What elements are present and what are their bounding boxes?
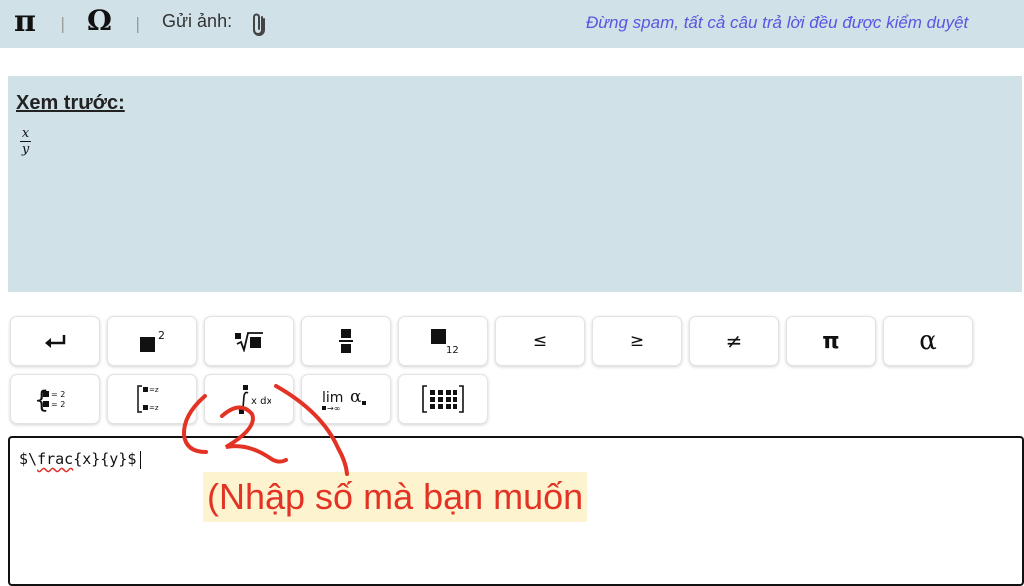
fraction-button[interactable] [301, 316, 391, 366]
superscript-button[interactable]: 2 [107, 316, 197, 366]
matrix-button[interactable] [398, 374, 488, 424]
subscript-button[interactable]: 12 [398, 316, 488, 366]
paperclip-icon[interactable] [250, 11, 268, 41]
preview-label: Xem trước: [16, 92, 125, 114]
separator: | [60, 14, 66, 33]
latex-prefix: $\ [19, 450, 38, 468]
fraction-denominator: y [21, 142, 30, 157]
root-icon [235, 332, 263, 352]
editor-topbar: π | Ω | Gửi ảnh: Đừng spam, tất cả câu t… [0, 0, 1024, 48]
system-of-equations-button[interactable]: { = 2 = 2 [10, 374, 100, 424]
neq-symbol: ≠ [725, 329, 743, 353]
svg-text:x dx: x dx [251, 396, 271, 407]
latex-suffix: {x}{y}$ [73, 450, 137, 468]
subscript-icon: 12 [431, 329, 458, 355]
preview-panel: Xem trước: x y [8, 76, 1022, 292]
latex-command: frac [37, 450, 74, 468]
svg-text:=z: =z [149, 404, 159, 412]
svg-text:=z: =z [149, 386, 159, 394]
equation-system-icon: { = 2 = 2 [34, 386, 65, 412]
limit-icon: lim →∞ α [322, 387, 366, 413]
text-caret [140, 450, 142, 469]
geq-symbol: ≥ [629, 331, 645, 351]
pi-button[interactable]: π [786, 316, 876, 366]
send-image-label: Gửi ảnh: [162, 11, 233, 31]
svg-text:= 2: = 2 [51, 400, 65, 409]
integral-button[interactable]: x dx [204, 374, 294, 424]
handwritten-annotation: (Nhập số mà bạn muốn [203, 472, 588, 522]
return-arrow-icon [45, 335, 66, 348]
alpha-button[interactable]: α [883, 316, 973, 366]
svg-text:2: 2 [158, 329, 165, 342]
latex-input-text: $\frac{x}{y}$ [19, 450, 142, 469]
fraction-icon [339, 329, 353, 353]
integral-icon: x dx [238, 385, 271, 414]
special-characters-button[interactable]: Ω [87, 4, 112, 37]
cases-bracket-button[interactable]: =z =z [107, 374, 197, 424]
svg-text:12: 12 [446, 345, 458, 355]
nth-root-button[interactable] [204, 316, 294, 366]
svg-text:= 2: = 2 [51, 390, 65, 399]
lim-alpha-text: α [350, 387, 362, 407]
svg-text:{: { [34, 386, 49, 412]
newline-button[interactable] [10, 316, 100, 366]
leq-symbol: ≤ [532, 331, 548, 351]
fraction-numerator: x [21, 126, 30, 141]
svg-text:→∞: →∞ [327, 404, 340, 413]
limit-button[interactable]: lim →∞ α [301, 374, 391, 424]
moderation-notice: Đừng spam, tất cả câu trả lời đều được k… [586, 13, 969, 32]
pi-symbol: π [822, 328, 840, 354]
preview-fraction: x y [20, 126, 31, 157]
neq-button[interactable]: ≠ [689, 316, 779, 366]
matrix-icon [422, 385, 464, 413]
alpha-symbol: α [919, 326, 937, 356]
geq-button[interactable]: ≥ [592, 316, 682, 366]
math-symbols-button[interactable]: π [14, 4, 36, 39]
leq-button[interactable]: ≤ [495, 316, 585, 366]
separator: | [135, 14, 141, 33]
superscript-icon: 2 [140, 329, 165, 352]
bracket-cases-icon: =z =z [137, 385, 159, 413]
